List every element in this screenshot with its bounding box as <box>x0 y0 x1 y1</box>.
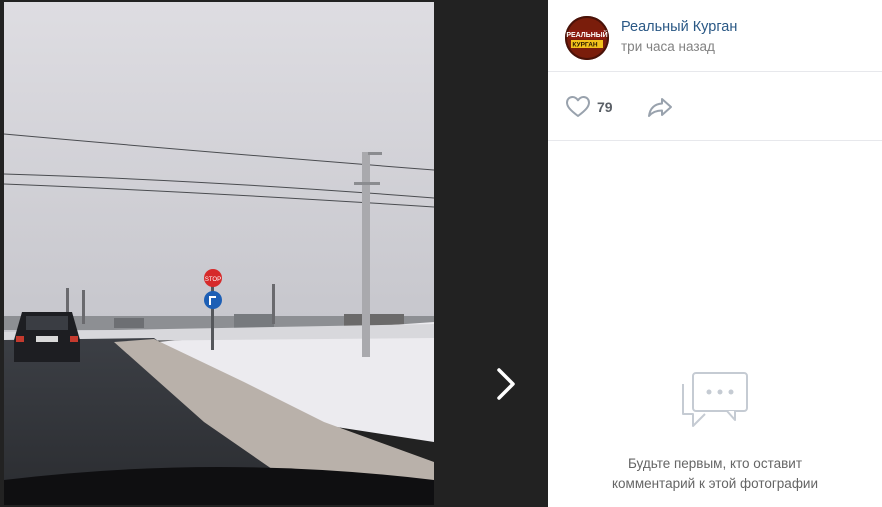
photo-pane: STOP <box>0 0 548 507</box>
post-author: РЕАЛЬНЫЙ КУРГАН Реальный Курган три часа… <box>548 0 882 72</box>
post-time: три часа назад <box>621 39 715 54</box>
photo-viewer: STOP РЕАЛЬНЫЙ КУРГАН Реальный Курган три… <box>0 0 882 507</box>
post-sidebar: РЕАЛЬНЫЙ КУРГАН Реальный Курган три часа… <box>548 0 882 507</box>
avatar[interactable]: РЕАЛЬНЫЙ КУРГАН <box>565 16 609 60</box>
author-name[interactable]: Реальный Курган <box>621 19 737 35</box>
comments-empty-state: Будьте первым, кто оставит комментарий к… <box>548 370 882 494</box>
comments-empty-line-1: Будьте первым, кто оставит <box>627 456 803 471</box>
photo-image: STOP <box>4 2 434 505</box>
avatar-logo: РЕАЛЬНЫЙ КУРГАН <box>565 16 609 60</box>
comments-empty-line-2: комментарий к этой фотографии <box>611 476 819 491</box>
share-button[interactable] <box>646 95 674 124</box>
share-arrow-icon <box>648 98 672 117</box>
like-button[interactable]: 79 <box>565 95 613 119</box>
avatar-text-1: РЕАЛЬНЫЙ <box>566 30 607 39</box>
chevron-right-icon <box>497 368 515 400</box>
stop-sign-text: STOP <box>205 277 221 283</box>
avatar-text-2: КУРГАН <box>572 42 597 49</box>
heart-icon <box>566 96 590 117</box>
comment-bubbles-icon <box>682 372 748 427</box>
next-photo-button[interactable] <box>486 362 526 406</box>
post-actions: 79 <box>548 72 882 141</box>
like-count: 79 <box>597 99 613 115</box>
photo[interactable]: STOP <box>4 2 434 505</box>
comments-empty-text: Будьте первым, кто оставит комментарий к… <box>548 454 882 494</box>
